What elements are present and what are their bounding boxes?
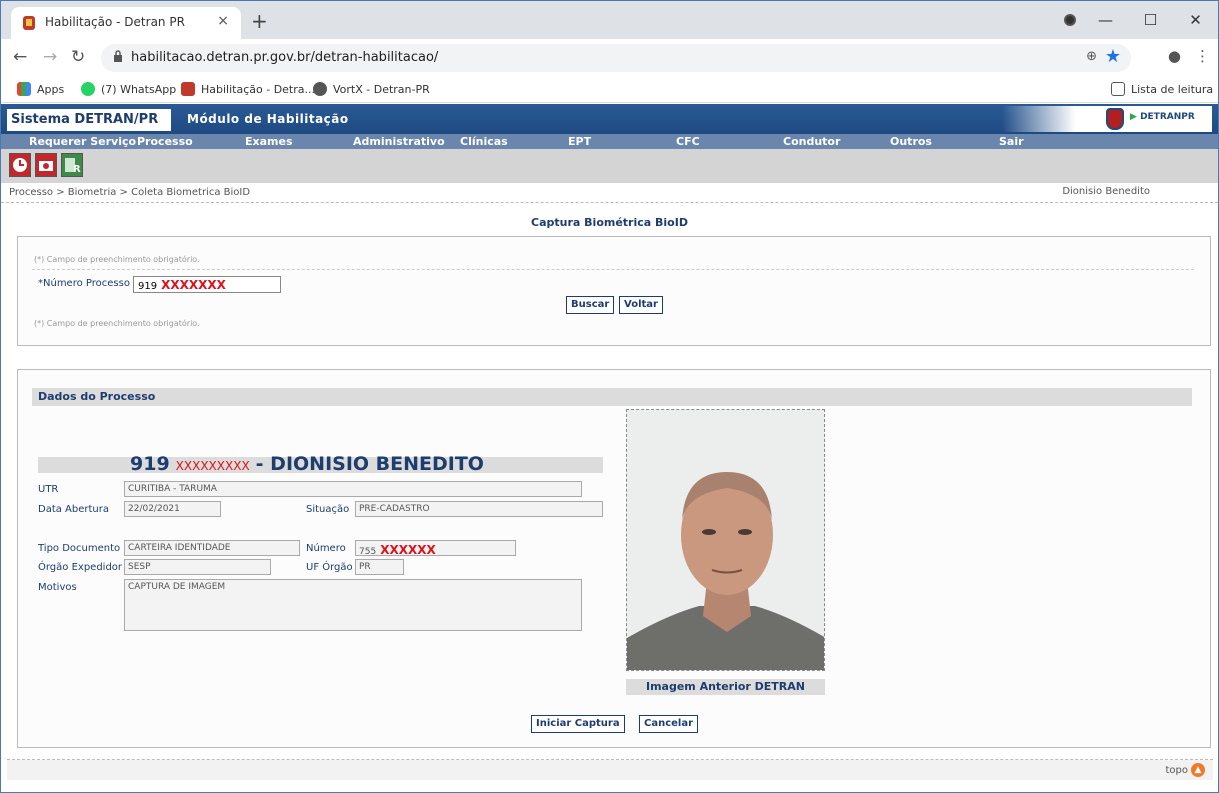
masked-value: XXXXXXX xyxy=(161,278,226,292)
module-title: Módulo de Habilitação xyxy=(187,112,349,126)
utr-label: UTR xyxy=(38,484,59,495)
back-to-top-link[interactable]: topo ▲ xyxy=(1165,763,1205,777)
close-window-icon[interactable]: ✕ xyxy=(1173,11,1218,29)
detran-logo: ▶ DETRANPR xyxy=(1130,112,1195,122)
svg-text:R: R xyxy=(73,164,81,175)
zoom-icon[interactable]: ⊕ xyxy=(1086,49,1097,64)
profile-avatar-icon[interactable]: ● xyxy=(1168,47,1181,65)
clock-icon[interactable] xyxy=(9,153,31,177)
menu-condutor[interactable]: Condutor xyxy=(783,134,840,149)
maximize-icon[interactable]: ☐ xyxy=(1128,11,1173,29)
divider xyxy=(32,269,1194,270)
arrow-up-icon: ▲ xyxy=(1191,763,1205,777)
reasons-label: Motivos xyxy=(38,582,77,593)
tab-title: Habilitação - Detran PR xyxy=(45,15,185,29)
section-title: Dados do Processo xyxy=(38,390,156,403)
header-logos: ▶ DETRANPR xyxy=(1002,106,1212,132)
menu-administrativo[interactable]: Administrativo xyxy=(353,134,445,149)
system-name-box: Sistema DETRAN/PR xyxy=(7,109,171,131)
bookmark-vortx[interactable]: VortX - Detran-PR xyxy=(313,82,430,96)
camera-icon[interactable] xyxy=(35,153,57,177)
start-capture-button[interactable]: Iniciar Captura xyxy=(531,715,625,733)
bookmark-apps[interactable]: Apps xyxy=(17,82,64,96)
detran-favicon-icon xyxy=(23,16,35,30)
person-portrait-icon xyxy=(627,410,824,670)
menu-processo[interactable]: Processo xyxy=(137,134,193,149)
menu-ept[interactable]: EPT xyxy=(568,134,591,149)
opening-date-field: 22/02/2021 xyxy=(124,501,221,517)
menu-cfc[interactable]: CFC xyxy=(676,134,700,149)
menu-sair[interactable]: Sair xyxy=(999,134,1024,149)
process-title: 919 XXXXXXXXX - DIONISIO BENEDITO xyxy=(130,453,484,475)
site-header: Sistema DETRAN/PR Módulo de Habilitação … xyxy=(1,104,1218,134)
section-header: Dados do Processo xyxy=(32,388,1192,406)
status-label: Situação xyxy=(306,504,350,515)
required-fields-note: (*) Campo de preenchimento obrigatório. xyxy=(34,255,200,264)
system-name: Sistema DETRAN/PR xyxy=(11,112,159,127)
license-document-icon[interactable]: R xyxy=(61,153,83,177)
issuer-uf-field: PR xyxy=(355,559,404,575)
document-number-label: Número xyxy=(306,543,346,554)
cancel-button[interactable]: Cancelar xyxy=(639,715,699,733)
lock-icon xyxy=(114,50,122,62)
back-button[interactable]: Voltar xyxy=(619,296,663,314)
required-fields-note: (*) Campo de preenchimento obrigatório. xyxy=(34,319,200,328)
document-type-field: CARTEIRA IDENTIDADE xyxy=(124,540,300,556)
apps-grid-icon xyxy=(17,82,31,96)
utr-field: CURITIBA - TARUMA xyxy=(124,481,582,497)
bookmark-whatsapp[interactable]: (7) WhatsApp xyxy=(81,82,176,96)
bookmarks-bar: Apps (7) WhatsApp Habilitação - Detra...… xyxy=(1,75,1218,103)
whatsapp-icon xyxy=(81,82,95,96)
menu-outros[interactable]: Outros xyxy=(890,134,932,149)
bookmark-habilitacao[interactable]: Habilitação - Detra... xyxy=(181,82,315,96)
url-text: habilitacao.detran.pr.gov.br/detran-habi… xyxy=(131,50,439,65)
masked-value: XXXXXXXXX xyxy=(175,459,250,473)
back-arrow-icon[interactable]: ← xyxy=(13,47,27,67)
breadcrumb-row: Processo > Biometria > Coleta Biometrica… xyxy=(1,183,1218,203)
main-menu: Requerer Serviço Processo Exames Adminis… xyxy=(1,134,1218,149)
photo-caption: Imagem Anterior DETRAN xyxy=(626,679,825,695)
process-data-panel: Dados do Processo 919 XXXXXXXXX - DIONISIO… xyxy=(17,369,1211,748)
address-bar[interactable]: habilitacao.detran.pr.gov.br/detran-habi… xyxy=(101,44,1131,72)
page-footer: topo ▲ xyxy=(7,760,1213,780)
minimize-icon[interactable]: — xyxy=(1083,11,1128,29)
menu-requerer-servico[interactable]: Requerer Serviço xyxy=(29,134,136,149)
menu-clinicas[interactable]: Clínicas xyxy=(460,134,508,149)
new-tab-button[interactable]: + xyxy=(251,9,268,33)
parana-seal-icon xyxy=(1106,108,1124,130)
browser-toolbar: ← → ↻ habilitacao.detran.pr.gov.br/detra… xyxy=(1,39,1218,75)
status-field: PRE-CADASTRO xyxy=(355,501,603,517)
issuer-field: SESP xyxy=(124,559,271,575)
logged-user-name: Dionisio Benedito xyxy=(1062,186,1150,197)
masked-value: XXXXXX xyxy=(380,543,436,557)
detran-favicon-icon xyxy=(181,82,195,96)
reload-icon[interactable]: ↻ xyxy=(71,47,85,67)
document-number-field: 755 XXXXXX xyxy=(355,540,516,557)
search-panel: (*) Campo de preenchimento obrigatório. … xyxy=(17,236,1211,346)
process-number-input[interactable]: 919 XXXXXXX xyxy=(133,276,281,293)
tab-close-icon[interactable]: × xyxy=(217,13,229,29)
issuer-uf-label: UF Órgão xyxy=(306,562,353,573)
browser-tab[interactable]: Habilitação - Detran PR × xyxy=(11,7,241,39)
bookmark-star-icon[interactable]: ★ xyxy=(1105,46,1121,67)
page-title: Captura Biométrica BioID xyxy=(531,216,688,229)
tab-bar: Habilitação - Detran PR × + — ☐ ✕ xyxy=(1,1,1218,39)
process-number-label: *Número Processo xyxy=(38,278,130,289)
forward-arrow-icon[interactable]: → xyxy=(43,47,57,67)
issuer-label: Órgão Expedidor xyxy=(38,562,123,573)
search-button[interactable]: Buscar xyxy=(566,296,615,314)
previous-photo xyxy=(626,409,825,671)
breadcrumb: Processo > Biometria > Coleta Biometrica… xyxy=(9,187,251,198)
browser-window: Habilitação - Detran PR × + — ☐ ✕ ← → ↻ … xyxy=(0,0,1219,793)
globe-icon xyxy=(313,82,327,96)
opening-date-label: Data Abertura xyxy=(38,504,110,515)
chrome-profile-indicator-icon[interactable] xyxy=(1064,14,1076,26)
reading-list-icon xyxy=(1111,82,1125,96)
document-type-label: Tipo Documento xyxy=(38,543,121,554)
reading-list[interactable]: Lista de leitura xyxy=(1111,82,1213,96)
more-menu-icon[interactable]: ⋮ xyxy=(1195,47,1210,65)
reasons-textarea[interactable]: CAPTURA DE IMAGEM xyxy=(124,579,582,631)
shortcut-icon-bar: R xyxy=(1,149,1218,183)
menu-exames[interactable]: Exames xyxy=(245,134,293,149)
